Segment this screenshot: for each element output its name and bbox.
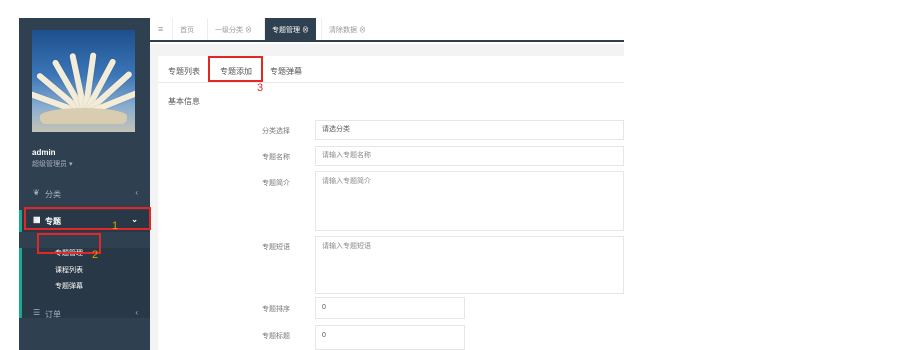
user-name: admin (32, 148, 56, 157)
section-title: 基本信息 (168, 97, 200, 106)
banner-image (32, 30, 135, 132)
annotation-number: 2 (92, 249, 99, 261)
chevron-left-icon: ‹ (135, 308, 138, 317)
field-label: 专题排序 (262, 306, 290, 313)
user-role-dropdown[interactable]: 超级管理员 ▾ (32, 159, 72, 169)
field-label: 专题名称 (262, 154, 290, 161)
tab-topic-manage[interactable]: 专题管理 ⊗ (264, 18, 316, 40)
subtab-topic-list[interactable]: 专题列表 (168, 66, 200, 77)
field-label: 专题简介 (262, 180, 290, 187)
leaf-icon: ❦ (33, 188, 40, 197)
annotation-number: 3 (257, 82, 264, 94)
sidebar-item-order[interactable]: ☰ 订单 ‹ (19, 303, 150, 325)
tab-home[interactable]: 首页 (172, 18, 201, 40)
highlight-box-topic (24, 207, 151, 230)
annotation-number: 1 (112, 220, 119, 232)
field-label: 专题标题 (262, 333, 290, 340)
sidebar: admin 超级管理员 ▾ ❦ 分类 ‹ ▦ 专题 ⌄ 专题管理 课程列表 专题… (19, 18, 150, 350)
tab-clear-data[interactable]: 清除数据 ⊗ (321, 18, 373, 40)
list-icon: ☰ (33, 308, 41, 317)
submenu-item-course-list[interactable]: 课程列表 (55, 265, 83, 275)
category-select[interactable]: 请选分类 (315, 120, 624, 140)
subtab-topic-danmaku[interactable]: 专题弹幕 (270, 66, 302, 77)
form-panel: 专题列表 专题添加 专题弹幕 基本信息 分类选择 请选分类 专题名称 请输入专题… (158, 56, 624, 350)
menu-toggle-icon[interactable]: ≡ (158, 24, 163, 34)
topic-name-input[interactable]: 请输入专题名称 (315, 146, 624, 166)
main-content: 专题列表 专题添加 专题弹幕 基本信息 分类选择 请选分类 专题名称 请输入专题… (150, 44, 624, 350)
topic-phrase-textarea[interactable]: 请输入专题短语 (315, 236, 624, 294)
topic-sort-input[interactable]: 0 (315, 297, 465, 319)
tab-bar: ≡ 首页 一级分类 ⊗ 专题管理 ⊗ 清除数据 ⊗ (150, 18, 624, 42)
highlight-box-topic-add (208, 56, 263, 82)
chevron-left-icon: ‹ (135, 188, 138, 197)
tab-category[interactable]: 一级分类 ⊗ (207, 18, 259, 40)
submenu-item-topic-danmaku[interactable]: 专题弹幕 (55, 281, 83, 291)
topic-title-input[interactable]: 0 (315, 325, 465, 350)
topic-intro-textarea[interactable]: 请输入专题简介 (315, 171, 624, 231)
sidebar-item-category[interactable]: ❦ 分类 ‹ (19, 183, 150, 205)
field-label: 专题短语 (262, 244, 290, 251)
sidebar-item-label: 订单 (45, 310, 61, 319)
sidebar-item-label: 分类 (45, 190, 61, 199)
field-label: 分类选择 (262, 128, 290, 135)
